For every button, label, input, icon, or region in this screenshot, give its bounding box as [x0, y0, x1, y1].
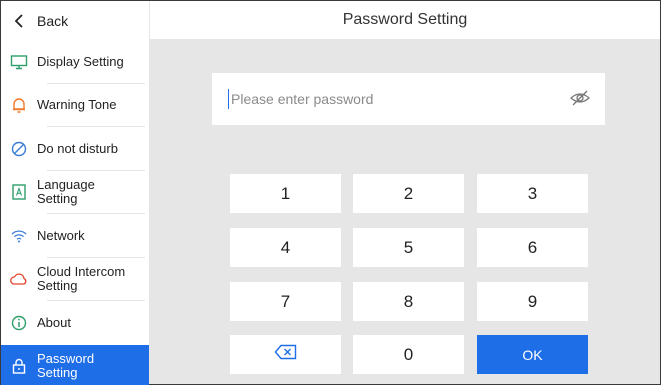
bell-icon	[1, 96, 37, 114]
sidebar-item-about[interactable]: About	[1, 301, 149, 345]
page-title: Password Setting	[342, 11, 468, 28]
sidebar-item-label: About	[37, 314, 71, 330]
backspace-button[interactable]	[230, 335, 341, 374]
language-icon	[1, 183, 37, 201]
monitor-icon	[1, 54, 37, 70]
sidebar-item-do-not-disturb[interactable]: Do not disturb	[1, 127, 149, 171]
ok-button[interactable]: OK	[477, 335, 588, 374]
sidebar-item-label: Warning Tone	[37, 97, 117, 113]
do-not-disturb-icon	[1, 140, 37, 158]
key-6[interactable]: 6	[477, 228, 588, 267]
key-8[interactable]: 8	[353, 282, 464, 321]
sidebar-item-label: Do not disturb	[37, 140, 118, 156]
eye-off-icon[interactable]	[569, 89, 591, 112]
sidebar-item-label: Network	[37, 227, 85, 243]
settings-menu: Display Setting Warning Tone Do not dist…	[1, 40, 149, 385]
key-5[interactable]: 5	[353, 228, 464, 267]
key-7[interactable]: 7	[230, 282, 341, 321]
sidebar: Back Display Setting Warning Tone Do not…	[1, 1, 149, 385]
cloud-icon	[1, 271, 37, 287]
text-caret	[228, 89, 229, 109]
password-field[interactable]	[212, 73, 605, 125]
chevron-left-icon	[1, 13, 37, 29]
password-input[interactable]	[231, 91, 551, 107]
sidebar-item-label: Language Setting	[37, 177, 95, 207]
sidebar-item-label: Password Setting	[37, 351, 95, 381]
sidebar-item-warning-tone[interactable]: Warning Tone	[1, 84, 149, 127]
sidebar-item-display-setting[interactable]: Display Setting	[1, 40, 149, 84]
key-2[interactable]: 2	[353, 174, 464, 213]
sidebar-item-cloud-intercom-setting[interactable]: Cloud Intercom Setting	[1, 258, 149, 301]
sidebar-item-network[interactable]: Network	[1, 214, 149, 258]
wifi-icon	[1, 228, 37, 244]
lock-icon	[1, 357, 37, 375]
sidebar-item-password-setting[interactable]: Password Setting	[1, 344, 149, 385]
key-0[interactable]: 0	[353, 335, 464, 374]
back-button[interactable]: Back	[1, 1, 149, 40]
title-bar: Password Setting	[149, 1, 660, 39]
backspace-icon	[274, 344, 298, 365]
sidebar-item-label: Display Setting	[37, 53, 124, 69]
info-icon	[1, 314, 37, 332]
key-9[interactable]: 9	[477, 282, 588, 321]
key-1[interactable]: 1	[230, 174, 341, 213]
key-3[interactable]: 3	[477, 174, 588, 213]
sidebar-item-label: Cloud Intercom Setting	[37, 264, 126, 294]
key-4[interactable]: 4	[230, 228, 341, 267]
main-panel: 1 2 3 4 5 6 7 8 9 0 OK	[149, 39, 660, 384]
sidebar-item-language-setting[interactable]: Language Setting	[1, 171, 149, 214]
back-label: Back	[37, 12, 69, 29]
